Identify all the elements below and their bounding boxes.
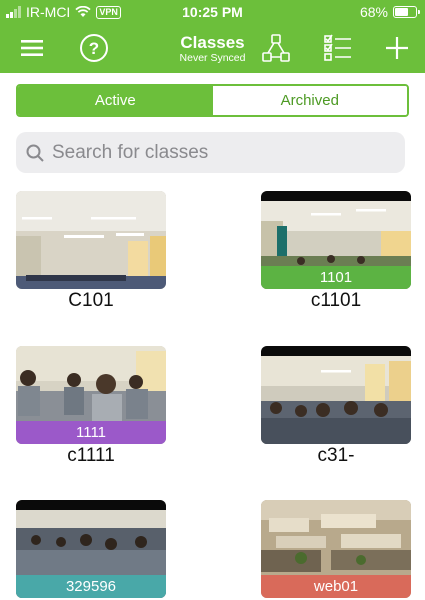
class-thumbnail[interactable]: 1111 — [16, 346, 166, 444]
class-thumbnail[interactable] — [261, 346, 411, 444]
search-bar[interactable] — [16, 132, 405, 173]
menu-icon[interactable] — [16, 32, 48, 64]
class-card[interactable]: 1101 c1101 — [261, 191, 413, 312]
class-card[interactable]: web01 — [261, 500, 413, 598]
class-card[interactable]: 329596 — [16, 500, 168, 598]
class-card[interactable]: C101 — [16, 191, 168, 312]
battery-icon — [393, 6, 420, 18]
class-code-band: 329596 — [16, 575, 166, 598]
tab-archived[interactable]: Archived — [212, 86, 407, 115]
class-thumbnail[interactable]: 329596 — [16, 500, 166, 598]
class-card[interactable]: 1111 c1111 — [16, 346, 168, 467]
search-icon — [26, 144, 44, 162]
class-thumbnail[interactable]: web01 — [261, 500, 411, 598]
class-name: c31- — [317, 445, 355, 466]
class-thumbnail[interactable] — [16, 191, 166, 289]
app-header: IR-MCI VPN 10:25 PM 68% ? Classes Never … — [0, 0, 425, 73]
class-name: c1101 — [310, 290, 362, 311]
class-code-band: 1111 — [16, 421, 166, 444]
class-name: c1111 — [67, 445, 115, 466]
groups-icon[interactable] — [260, 32, 292, 64]
class-thumbnail[interactable]: 1101 — [261, 191, 411, 289]
add-icon[interactable] — [381, 32, 413, 64]
class-code-band: 1101 — [261, 266, 411, 289]
search-input[interactable] — [52, 141, 392, 164]
nav-bar: ? Classes Never Synced — [0, 24, 425, 73]
class-filter-segment: Active Archived — [16, 84, 409, 117]
class-card[interactable]: c31- — [261, 346, 413, 467]
class-name: C101 — [68, 290, 114, 311]
help-icon[interactable]: ? — [78, 32, 110, 64]
checklist-icon[interactable] — [322, 32, 354, 64]
status-bar: IR-MCI VPN 10:25 PM 68% — [0, 0, 425, 24]
class-code-band: web01 — [261, 575, 411, 598]
battery-percent: 68% — [359, 4, 388, 20]
svg-text:?: ? — [89, 39, 99, 58]
tab-active[interactable]: Active — [18, 86, 213, 115]
